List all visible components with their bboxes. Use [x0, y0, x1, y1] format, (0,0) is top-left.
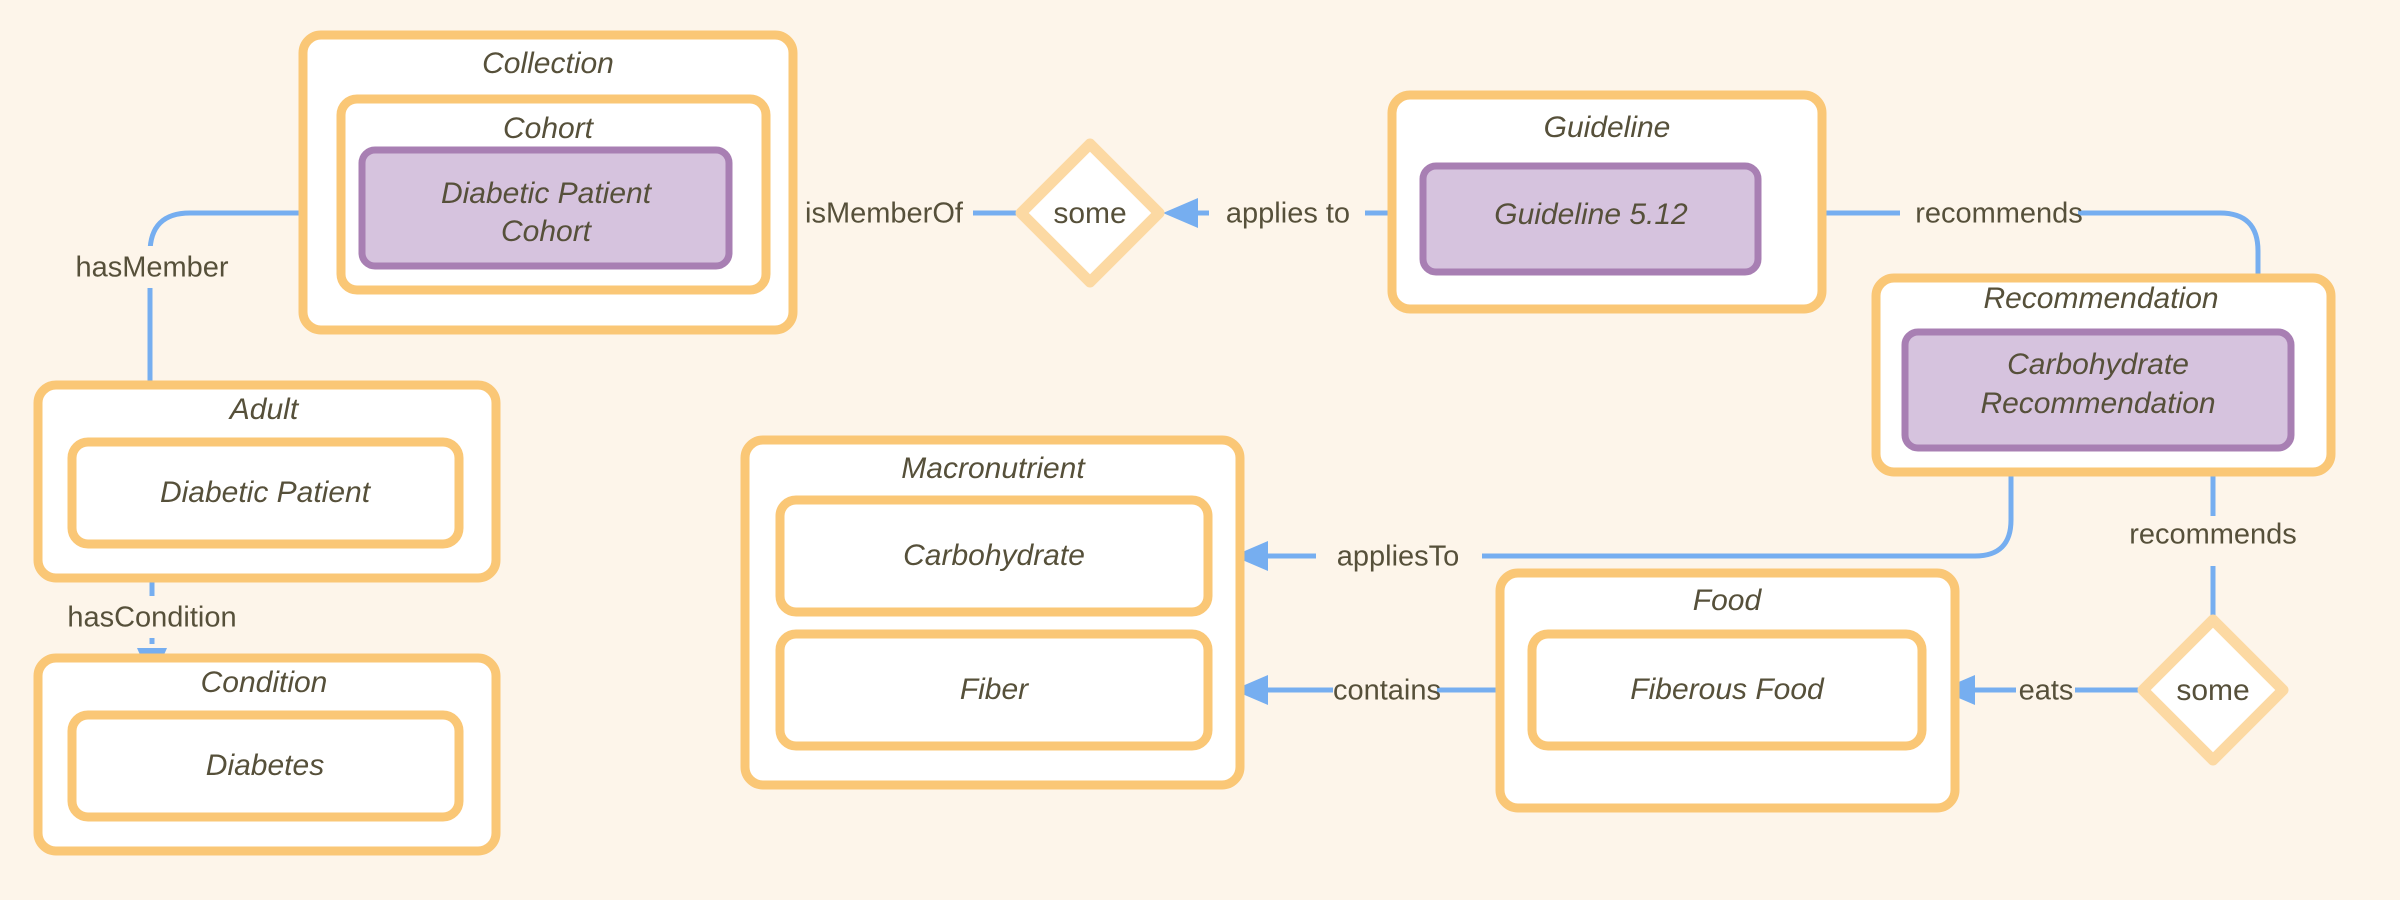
individual-node-carbohydrate-label: Carbohydrate	[903, 539, 1085, 572]
restriction-node-some-bottom[interactable]: some	[2137, 614, 2289, 766]
individual-node-diabetes[interactable]: Diabetes	[67, 710, 464, 822]
class-node-cohort[interactable]: Cohort Diabetic Patient Cohort	[336, 94, 771, 295]
edge-applies-to-macronutrient: appliesTo	[1233, 470, 2014, 573]
class-node-macronutrient-label: Macronutrient	[901, 452, 1086, 485]
individual-node-carbohydrate-recommendation-label-line2: Recommendation	[1980, 387, 2215, 420]
edge-applies-to-macronutrient-line-right	[1482, 470, 2014, 559]
class-node-macronutrient[interactable]: Macronutrient Carbohydrate Fiber	[740, 435, 1245, 790]
edge-has-member-label: hasMember	[75, 252, 228, 284]
edge-recommends-top-label: recommends	[1915, 198, 2083, 230]
class-node-condition[interactable]: Condition Diabetes	[33, 653, 501, 856]
class-node-adult[interactable]: Adult Diabetic Patient	[33, 380, 501, 583]
diagram-svg: hasMember hasCondition isMemberOf applie…	[33, 30, 2336, 856]
restriction-node-some-top-label: some	[1053, 197, 1126, 230]
edge-has-condition-label: hasCondition	[67, 602, 236, 634]
individual-node-guideline-512-label: Guideline 5.12	[1494, 198, 1688, 231]
individual-node-fiberous-food-label: Fiberous Food	[1630, 673, 1825, 706]
individual-node-carbohydrate-recommendation[interactable]: Carbohydrate Recommendation	[1901, 328, 2295, 452]
individual-node-diabetic-patient-cohort[interactable]: Diabetic Patient Cohort	[358, 146, 733, 270]
restriction-node-some-top[interactable]: some	[1015, 138, 1165, 288]
individual-node-carbohydrate[interactable]: Carbohydrate	[775, 495, 1213, 617]
class-node-collection-label: Collection	[482, 47, 614, 80]
ontology-diagram-canvas: hasMember hasCondition isMemberOf applie…	[0, 0, 2400, 900]
individual-node-diabetic-patient-label: Diabetic Patient	[160, 476, 372, 509]
edge-contains: contains	[1233, 675, 1502, 707]
class-node-food-label: Food	[1693, 584, 1763, 617]
edge-eats-label: eats	[2019, 675, 2074, 707]
edge-recommends-right-label: recommends	[2129, 519, 2297, 551]
individual-node-diabetic-patient[interactable]: Diabetic Patient	[67, 437, 464, 549]
edge-applies-to-arrowhead	[1163, 198, 1198, 228]
edge-applies-to-label: applies to	[1226, 198, 1350, 230]
individual-node-fiber[interactable]: Fiber	[775, 629, 1213, 751]
class-node-guideline-label: Guideline	[1544, 111, 1671, 144]
edge-applies-to-macronutrient-label: appliesTo	[1337, 541, 1460, 573]
class-node-adult-label: Adult	[228, 393, 300, 426]
class-node-recommendation[interactable]: Recommendation Carbohydrate Recommendati…	[1871, 273, 2336, 477]
class-node-collection[interactable]: Collection Cohort Diabetic Patient Cohor…	[298, 30, 798, 335]
class-node-recommendation-label: Recommendation	[1983, 282, 2218, 315]
class-node-guideline[interactable]: Guideline Guideline 5.12	[1387, 90, 1827, 314]
individual-node-fiberous-food[interactable]: Fiberous Food	[1527, 629, 1927, 751]
individual-node-guideline-512[interactable]: Guideline 5.12	[1419, 162, 1762, 276]
individual-node-diabetic-patient-cohort-label-line1: Diabetic Patient	[441, 177, 653, 210]
edge-contains-label: contains	[1333, 675, 1441, 707]
individual-node-diabetes-label: Diabetes	[206, 749, 324, 782]
edge-applies-to: applies to	[1163, 198, 1412, 230]
individual-node-fiber-label: Fiber	[960, 673, 1029, 706]
class-node-cohort-label: Cohort	[503, 112, 595, 145]
class-node-food[interactable]: Food Fiberous Food	[1495, 568, 1960, 813]
edge-is-member-of-label: isMemberOf	[805, 198, 964, 230]
restriction-node-some-bottom-label: some	[2176, 674, 2249, 707]
class-node-condition-label: Condition	[201, 666, 328, 699]
individual-node-diabetic-patient-cohort-label-line2: Cohort	[501, 215, 593, 248]
edge-eats: eats	[1940, 675, 2142, 707]
individual-node-carbohydrate-recommendation-label-line1: Carbohydrate	[2007, 348, 2189, 381]
